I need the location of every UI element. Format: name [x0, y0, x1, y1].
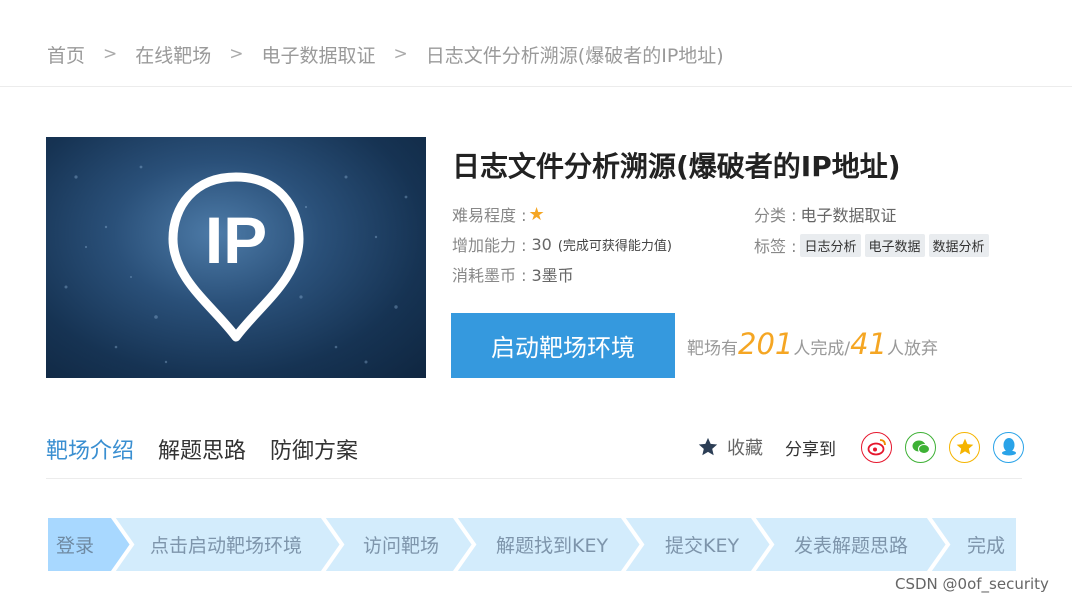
ability-row: 增加能力 : 30 (完成可获得能力值) [452, 232, 672, 256]
step-submit-key: 提交KEY [665, 535, 740, 557]
watermark: CSDN @0of_security [895, 575, 1049, 593]
cover-ip-text: IP [205, 203, 267, 277]
tab-divider [46, 478, 1022, 479]
qzone-icon[interactable] [949, 431, 980, 463]
cost-value: 3墨币 [531, 266, 574, 285]
difficulty-label: 难易程度 : [452, 206, 527, 225]
breadcrumb-online-range[interactable]: 在线靶场 [135, 41, 211, 68]
stats-prefix: 靶场有 [687, 339, 738, 359]
star-icon: ★ [528, 203, 545, 225]
wechat-icon[interactable] [905, 431, 936, 463]
step-visit-range: 访问靶场 [363, 535, 440, 557]
challenge-cover-image: IP [46, 137, 426, 378]
favorite-label: 收藏 [727, 438, 763, 459]
tags-row: 标签 : 日志分析 电子数据 数据分析 [754, 233, 989, 257]
completion-stats: 靶场有 201 人完成/ 41 人放弃 [687, 327, 938, 361]
cost-label: 消耗墨币 : [452, 266, 527, 285]
tag-data-analysis[interactable]: 数据分析 [928, 233, 989, 257]
tags-label: 标签 : [754, 237, 797, 256]
completed-count: 201 [738, 327, 794, 361]
qq-icon[interactable] [993, 431, 1024, 463]
abandoned-suffix: 人放弃 [887, 339, 938, 359]
weibo-icon[interactable] [861, 431, 892, 463]
breadcrumb-category[interactable]: 电子数据取证 [262, 41, 376, 68]
share-label: 分享到 [785, 439, 836, 460]
step-find-key: 解题找到KEY [496, 535, 609, 557]
cost-row: 消耗墨币 : 3墨币 [452, 262, 574, 286]
breadcrumb-home[interactable]: 首页 [47, 41, 85, 68]
step-start-range: 点击启动靶场环境 [150, 535, 303, 557]
progress-steps: 登录 点击启动靶场环境 访问靶场 解题找到KEY 提交KEY 发表解题思路 完成 [46, 516, 1018, 573]
breadcrumb-current: 日志文件分析溯源(爆破者的IP地址) [425, 44, 724, 67]
tab-intro[interactable]: 靶场介绍 [46, 433, 134, 465]
breadcrumb-separator: > [229, 44, 244, 64]
category-label: 分类 : [754, 206, 797, 225]
ability-value: 30 [531, 234, 552, 254]
ability-label: 增加能力 : [452, 236, 527, 255]
ability-note: (完成可获得能力值) [557, 238, 672, 254]
challenge-title: 日志文件分析溯源(爆破者的IP地址) [452, 150, 901, 183]
content-tabs: 靶场介绍 解题思路 防御方案 [46, 433, 382, 465]
favorite-button[interactable]: 收藏 [697, 434, 763, 460]
step-complete: 完成 [967, 535, 1006, 557]
step-post-solution: 发表解题思路 [794, 535, 909, 557]
tab-defense-plan[interactable]: 防御方案 [270, 433, 358, 465]
header-divider [0, 86, 1072, 87]
star-icon [698, 437, 718, 456]
tab-toolbar: 收藏 分享到 [697, 431, 1024, 463]
difficulty-row: 难易程度 : ★ [452, 202, 545, 226]
category-value[interactable]: 电子数据取证 [800, 202, 896, 226]
start-range-button[interactable]: 启动靶场环境 [451, 313, 675, 378]
tab-solution-ideas[interactable]: 解题思路 [158, 433, 246, 465]
breadcrumb-separator: > [103, 44, 118, 64]
category-row: 分类 : 电子数据取证 [754, 202, 897, 226]
breadcrumb: 首页 > 在线靶场 > 电子数据取证 > 日志文件分析溯源(爆破者的IP地址) [47, 40, 724, 68]
tag-log-analysis[interactable]: 日志分析 [800, 233, 861, 257]
tag-electronic-data[interactable]: 电子数据 [864, 233, 925, 257]
location-pin-icon: IP [168, 172, 304, 342]
completed-suffix: 人完成/ [793, 339, 851, 359]
abandoned-count: 41 [850, 327, 887, 361]
breadcrumb-separator: > [393, 44, 408, 64]
step-login: 登录 [56, 535, 95, 557]
